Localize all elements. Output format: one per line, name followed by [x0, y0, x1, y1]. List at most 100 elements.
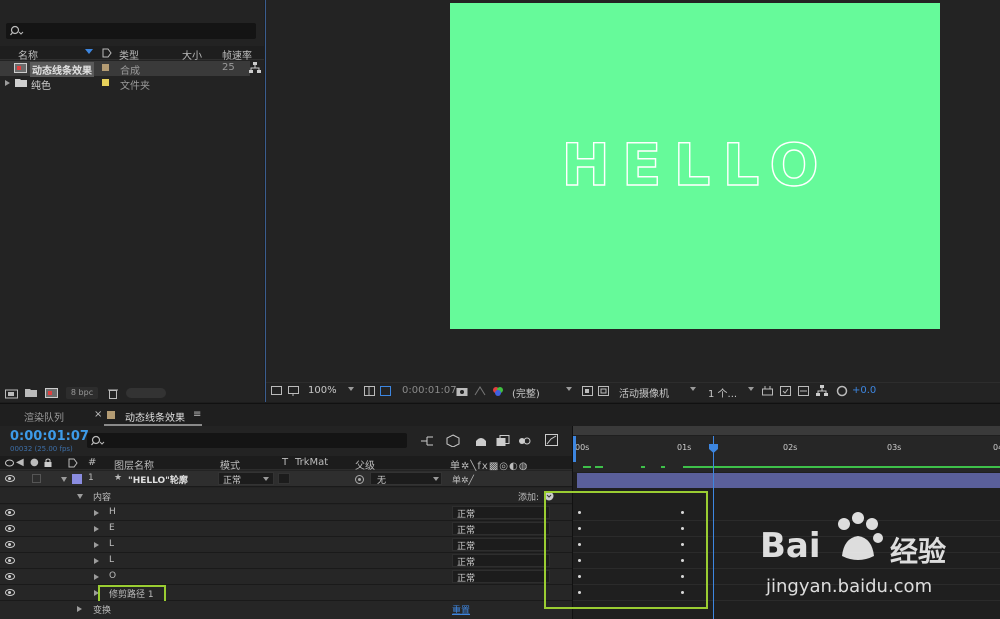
work-area-start-marker[interactable] [573, 436, 576, 462]
chevron-down-icon[interactable] [263, 477, 269, 481]
trash-icon[interactable] [108, 388, 118, 399]
solo-checkbox[interactable] [32, 474, 41, 483]
shape-row-l1[interactable]: L 正常 [0, 537, 572, 553]
layer-duration-bar[interactable] [577, 473, 1000, 488]
graph-editor-icon[interactable] [545, 434, 559, 447]
current-time-display[interactable]: 0:00:01:07 [402, 385, 457, 396]
expand-arrow-icon[interactable] [5, 80, 10, 86]
shape-row-h[interactable]: H 正常 [0, 505, 572, 521]
bit-depth-button[interactable]: 8 bpc [66, 387, 98, 399]
project-item-comp[interactable]: 动态线条效果 合成 25 [0, 61, 250, 77]
eye-icon[interactable] [5, 573, 15, 580]
add-label[interactable]: 添加: [518, 490, 539, 503]
sort-arrow-icon[interactable] [85, 49, 95, 57]
exposure-value[interactable]: +0.0 [852, 385, 876, 396]
project-item-folder[interactable]: 纯色 文件夹 [0, 76, 250, 92]
view-layout-select[interactable]: 1 个... [708, 385, 737, 400]
project-search-input[interactable] [6, 23, 256, 39]
solo-switch-icon[interactable]: ● [30, 457, 39, 468]
label-color-swatch[interactable] [102, 79, 109, 86]
reset-link[interactable]: 重置 [452, 603, 470, 616]
new-composition-icon[interactable] [45, 388, 59, 399]
audio-switch-icon[interactable]: ◀ [16, 457, 24, 468]
transparency-grid-icon[interactable] [598, 386, 610, 397]
shape-mode-select[interactable]: 正常 [452, 570, 550, 584]
shape-mode-select[interactable]: 正常 [452, 506, 550, 520]
work-area-bar[interactable] [573, 426, 1000, 435]
expand-arrow-icon[interactable] [94, 558, 99, 564]
color-channels-icon[interactable] [492, 386, 504, 397]
transform-row[interactable]: 变换 重置 [0, 601, 572, 619]
zoom-select[interactable]: 100% [308, 385, 337, 396]
shape-row-l2[interactable]: L 正常 [0, 553, 572, 569]
trim-paths-row[interactable]: 修剪路径 1 [0, 585, 572, 601]
collapse-arrow-icon[interactable] [77, 494, 83, 499]
column-layer-name[interactable]: 图层名称 [114, 457, 154, 472]
column-t[interactable]: T [282, 457, 288, 468]
eye-icon[interactable] [5, 557, 15, 564]
label-color-swatch[interactable] [72, 474, 82, 484]
column-mode[interactable]: 模式 [220, 457, 240, 472]
resolution-select[interactable]: (完整) [512, 385, 540, 400]
layer-switches-icons[interactable]: 单✲╲fx▩◎◐◍ [450, 457, 528, 472]
video-switch-icon[interactable] [5, 459, 14, 467]
layer-search-input[interactable] [87, 433, 407, 448]
exposure-reset-icon[interactable] [836, 385, 848, 397]
fast-previews-icon[interactable] [780, 386, 792, 397]
shape-mode-select[interactable]: 正常 [452, 522, 550, 536]
column-name[interactable]: 名称 [18, 47, 38, 62]
column-type[interactable]: 类型 [119, 47, 139, 62]
eye-icon[interactable] [5, 589, 15, 596]
tab-render-queue[interactable]: 渲染队列 [24, 409, 64, 424]
shape-mode-select[interactable]: 正常 [452, 554, 550, 568]
composition-canvas[interactable]: HELLO [450, 3, 940, 329]
monitor-icon[interactable] [288, 386, 300, 397]
layer-name[interactable]: "HELLO"轮廓 [128, 473, 188, 486]
time-ruler[interactable]: 00s 01s 02s 03s 04 [573, 436, 1000, 462]
tab-comp[interactable]: 动态线条效果 [125, 409, 185, 424]
eye-icon[interactable] [5, 509, 15, 516]
expand-arrow-icon[interactable] [77, 606, 82, 612]
shape-mode-select[interactable]: 正常 [452, 538, 550, 552]
comp-mini-flowchart-icon[interactable] [420, 435, 434, 447]
chevron-down-icon[interactable] [690, 387, 696, 391]
chevron-down-icon[interactable] [748, 387, 754, 391]
label-color-swatch[interactable] [102, 64, 109, 71]
mask-visibility-icon[interactable] [380, 386, 392, 397]
preserve-transparency-checkbox[interactable] [278, 473, 290, 484]
column-parent[interactable]: 父级 [355, 457, 375, 472]
column-fps[interactable]: 帧速率 [222, 47, 252, 62]
playhead-line[interactable] [713, 436, 714, 619]
shy-layers-icon[interactable] [474, 435, 488, 447]
collapse-arrow-icon[interactable] [61, 477, 67, 482]
current-timecode[interactable]: 0:00:01:07 [10, 429, 89, 444]
expand-arrow-icon[interactable] [94, 574, 99, 580]
frame-blending-icon[interactable] [496, 435, 510, 447]
show-snapshot-icon[interactable] [474, 386, 486, 397]
layer-mode-select[interactable]: 正常 [218, 472, 274, 486]
parent-select[interactable]: 无 [370, 472, 442, 486]
label-tag-icon[interactable] [102, 48, 112, 58]
motion-blur-icon[interactable] [518, 435, 532, 447]
eye-icon[interactable] [5, 475, 15, 482]
thumbnail-slider[interactable] [126, 388, 166, 398]
chevron-down-icon[interactable] [566, 387, 572, 391]
chevron-down-icon[interactable] [348, 387, 354, 391]
playhead-handle-icon[interactable] [709, 444, 719, 454]
close-icon[interactable]: × [94, 409, 102, 420]
column-trkmat[interactable]: TrkMat [295, 457, 328, 468]
label-tag-icon[interactable] [68, 458, 78, 468]
expand-arrow-icon[interactable] [94, 526, 99, 532]
pick-whip-icon[interactable] [354, 474, 365, 485]
comp-flowchart-icon[interactable] [816, 385, 828, 397]
region-of-interest-icon[interactable] [582, 386, 594, 397]
draft-3d-icon[interactable] [446, 434, 460, 447]
layer-row-hello[interactable]: 1 ★ "HELLO"轮廓 正常 无 单✲╱ [0, 471, 572, 487]
lock-icon[interactable] [44, 458, 52, 467]
camera-snapshot-icon[interactable] [456, 386, 469, 397]
flowchart-icon[interactable] [249, 62, 261, 74]
interpret-footage-icon[interactable] [5, 388, 19, 399]
toggle-pixel-aspect-icon[interactable] [762, 386, 774, 397]
content-group-row[interactable]: 内容 添加: [0, 488, 572, 504]
column-size[interactable]: 大小 [182, 47, 202, 62]
